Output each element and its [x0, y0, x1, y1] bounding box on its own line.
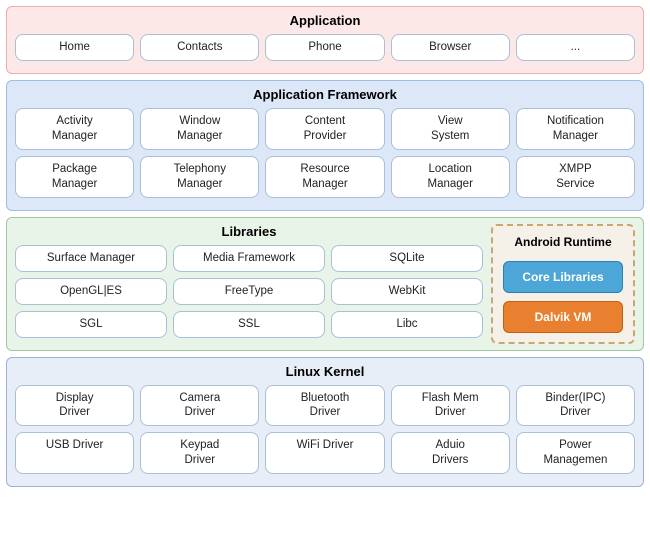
libraries-row2: OpenGL|ES FreeType WebKit — [15, 278, 483, 305]
libraries-section: Libraries Surface Manager Media Framewor… — [6, 217, 644, 351]
kernel-usb-driver[interactable]: USB Driver — [15, 432, 134, 474]
kernel-row1: Display Driver Camera Driver Bluetooth D… — [15, 385, 635, 427]
kernel-power-management[interactable]: Power Managemen — [516, 432, 635, 474]
lib-webkit[interactable]: WebKit — [331, 278, 483, 305]
lib-media-framework[interactable]: Media Framework — [173, 245, 325, 272]
kernel-wifi-driver[interactable]: WiFi Driver — [265, 432, 384, 474]
framework-row1: Activity Manager Window Manager Content … — [15, 108, 635, 150]
android-runtime: Android Runtime Core Libraries Dalvik VM — [491, 224, 635, 344]
kernel-camera-driver[interactable]: Camera Driver — [140, 385, 259, 427]
kernel-label: Linux Kernel — [15, 364, 635, 379]
fw-package-manager[interactable]: Package Manager — [15, 156, 134, 198]
lib-sgl[interactable]: SGL — [15, 311, 167, 338]
lib-libc[interactable]: Libc — [331, 311, 483, 338]
fw-notification-manager[interactable]: Notification Manager — [516, 108, 635, 150]
app-btn-more[interactable]: ... — [516, 34, 635, 61]
kernel-section: Linux Kernel Display Driver Camera Drive… — [6, 357, 644, 488]
fw-view-system[interactable]: View System — [391, 108, 510, 150]
dalvik-vm-btn[interactable]: Dalvik VM — [503, 301, 623, 333]
application-section: Application Home Contacts Phone Browser … — [6, 6, 644, 74]
framework-row2: Package Manager Telephony Manager Resour… — [15, 156, 635, 198]
libraries-row3: SGL SSL Libc — [15, 311, 483, 338]
fw-location-manager[interactable]: Location Manager — [391, 156, 510, 198]
kernel-display-driver[interactable]: Display Driver — [15, 385, 134, 427]
kernel-flash-mem-driver[interactable]: Flash Mem Driver — [391, 385, 510, 427]
application-label: Application — [15, 13, 635, 28]
kernel-keypad-driver[interactable]: Keypad Driver — [140, 432, 259, 474]
framework-label: Application Framework — [15, 87, 635, 102]
fw-resource-manager[interactable]: Resource Manager — [265, 156, 384, 198]
fw-content-provider[interactable]: Content Provider — [265, 108, 384, 150]
app-btn-contacts[interactable]: Contacts — [140, 34, 259, 61]
fw-activity-manager[interactable]: Activity Manager — [15, 108, 134, 150]
lib-sqlite[interactable]: SQLite — [331, 245, 483, 272]
app-btn-browser[interactable]: Browser — [391, 34, 510, 61]
lib-ssl[interactable]: SSL — [173, 311, 325, 338]
libraries-label: Libraries — [15, 224, 483, 239]
lib-freetype[interactable]: FreeType — [173, 278, 325, 305]
fw-telephony-manager[interactable]: Telephony Manager — [140, 156, 259, 198]
libraries-row1: Surface Manager Media Framework SQLite — [15, 245, 483, 272]
app-btn-phone[interactable]: Phone — [265, 34, 384, 61]
core-libraries-btn[interactable]: Core Libraries — [503, 261, 623, 293]
kernel-audio-drivers[interactable]: Aduio Drivers — [391, 432, 510, 474]
framework-section: Application Framework Activity Manager W… — [6, 80, 644, 211]
app-btn-home[interactable]: Home — [15, 34, 134, 61]
android-runtime-label: Android Runtime — [514, 235, 611, 249]
kernel-binder-ipc-driver[interactable]: Binder(IPC) Driver — [516, 385, 635, 427]
kernel-bluetooth-driver[interactable]: Bluetooth Driver — [265, 385, 384, 427]
application-buttons: Home Contacts Phone Browser ... — [15, 34, 635, 61]
lib-opengl[interactable]: OpenGL|ES — [15, 278, 167, 305]
kernel-row2: USB Driver Keypad Driver WiFi Driver Adu… — [15, 432, 635, 474]
lib-surface-manager[interactable]: Surface Manager — [15, 245, 167, 272]
fw-xmpp-service[interactable]: XMPP Service — [516, 156, 635, 198]
fw-window-manager[interactable]: Window Manager — [140, 108, 259, 150]
libraries-left: Libraries Surface Manager Media Framewor… — [15, 224, 483, 344]
